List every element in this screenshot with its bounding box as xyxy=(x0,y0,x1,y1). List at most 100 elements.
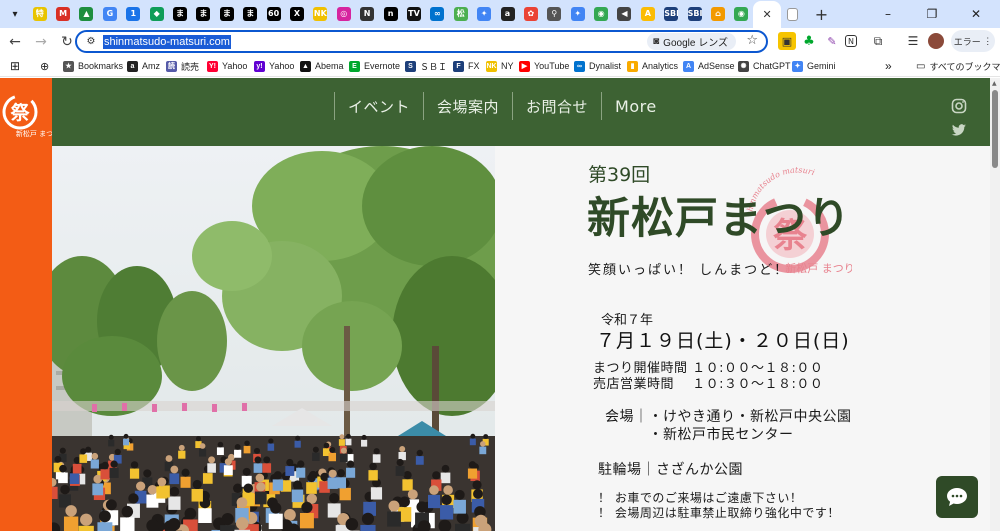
browser-tab[interactable]: 60 xyxy=(262,2,285,26)
scroll-thumb[interactable] xyxy=(992,90,998,168)
browser-tab[interactable]: n xyxy=(379,2,402,26)
nav-more[interactable]: More xyxy=(601,92,670,120)
browser-tab[interactable]: ✿ xyxy=(519,2,542,26)
bookmark-chatgpt[interactable]: ✺ ChatGPT xyxy=(738,58,791,74)
url-text[interactable]: shinmatsudo-matsuri.com xyxy=(103,34,231,49)
tab-icon-news: TV xyxy=(406,7,421,21)
browser-tab[interactable] xyxy=(781,2,804,26)
browser-tab[interactable]: 松 xyxy=(449,2,472,26)
browser-tab[interactable]: SBI xyxy=(660,2,683,26)
bookmark-adsense[interactable]: A AdSense xyxy=(683,58,735,74)
browser-tab[interactable]: ◉ xyxy=(730,2,753,26)
browser-tab[interactable]: a xyxy=(496,2,519,26)
instagram-icon[interactable] xyxy=(951,98,967,114)
tab-close-icon[interactable]: ✕ xyxy=(763,8,772,21)
tab-icon-leaf: 松 xyxy=(453,7,468,21)
site-logo[interactable]: 祭 新松戸 まつり xyxy=(0,92,52,152)
bookmark-yahoo-1-icon: Y! xyxy=(207,60,218,72)
browser-tab[interactable]: ⌂ xyxy=(706,2,729,26)
bookmark-ny[interactable]: NK NY xyxy=(486,58,514,74)
browser-tab[interactable]: ◆ xyxy=(145,2,168,26)
browser-tab[interactable]: A xyxy=(636,2,659,26)
browser-tab[interactable]: ◎ xyxy=(332,2,355,26)
browser-tab[interactable]: G xyxy=(98,2,121,26)
globe-icon[interactable]: ⊕ xyxy=(40,58,49,74)
browser-tab[interactable]: ま xyxy=(239,2,262,26)
browser-tab[interactable]: ま xyxy=(192,2,215,26)
tab-icon-keep: ⚲ xyxy=(547,7,562,21)
browser-tab[interactable]: SBI xyxy=(683,2,706,26)
tab-search-chevron-icon[interactable]: ▾ xyxy=(4,3,26,25)
browser-tab[interactable]: NK xyxy=(309,2,332,26)
active-tab[interactable]: ✕ xyxy=(753,1,782,28)
reading-list-icon[interactable]: ☰ xyxy=(904,32,922,50)
stamp-caption: 新松戸 まつり xyxy=(785,261,852,275)
profile-avatar[interactable] xyxy=(928,33,944,49)
festival-title: 新松戸まつり xyxy=(587,194,851,244)
site-info-icon[interactable]: ⚙ xyxy=(83,34,99,50)
window-close-button[interactable]: ✕ xyxy=(954,0,998,28)
nav-events[interactable]: イベント xyxy=(334,92,423,120)
minimize-button[interactable]: – xyxy=(866,0,910,28)
tab-icon-x: X xyxy=(289,7,304,21)
tab-icon-nikkei: NK xyxy=(313,7,328,21)
pen-extension-icon[interactable]: ✎ xyxy=(823,32,841,50)
back-arrow-icon[interactable]: ← xyxy=(2,29,28,55)
browser-tab[interactable]: ∞ xyxy=(426,2,449,26)
browser-tab[interactable]: 特 xyxy=(28,2,51,26)
tab-icon-notion: N xyxy=(360,7,375,21)
bookmark-evernote[interactable]: E Evernote xyxy=(349,58,400,74)
nav-venue-guide[interactable]: 会場案内 xyxy=(423,92,512,120)
apps-grid-icon[interactable]: ⊞ xyxy=(10,58,20,74)
bookmark-gemini[interactable]: ✦ Gemini xyxy=(792,58,836,74)
scroll-up-arrow-icon[interactable]: ▲ xyxy=(992,80,997,87)
bookmark-bookmarks[interactable]: ★ Bookmarks xyxy=(63,58,123,74)
bookmark-abema[interactable]: ▲ Abema xyxy=(300,58,344,74)
bookmark-yomiuri[interactable]: 読読売 xyxy=(166,58,199,74)
bookmark-fx[interactable]: F FX xyxy=(453,58,480,74)
evernote-extension-icon[interactable]: ♣ xyxy=(800,32,818,50)
chat-widget-button[interactable] xyxy=(936,476,978,518)
browser-tab[interactable]: TV xyxy=(402,2,425,26)
logo-caption: 新松戸 まつり xyxy=(16,129,52,138)
twitter-icon[interactable] xyxy=(951,122,967,138)
browser-tab[interactable]: M xyxy=(51,2,74,26)
browser-tab[interactable]: ま xyxy=(215,2,238,26)
browser-tab[interactable]: ✦ xyxy=(566,2,589,26)
all-bookmarks-folder[interactable]: ▭ すべてのブックマーク xyxy=(916,58,1000,74)
restore-button[interactable]: ❐ xyxy=(910,0,954,28)
bookmarks-overflow-icon[interactable]: » xyxy=(885,58,892,74)
bookmark-youtube[interactable]: ▶ YouTube xyxy=(519,58,569,74)
logo-char: 祭 xyxy=(9,101,30,124)
browser-tab[interactable]: 1 xyxy=(122,2,145,26)
browser-tab[interactable]: ⚲ xyxy=(543,2,566,26)
browser-tab[interactable]: N xyxy=(355,2,378,26)
notion-extension-icon[interactable]: N xyxy=(845,35,857,47)
bookmark-amz[interactable]: a Amz xyxy=(127,58,160,74)
extension-icon-1[interactable]: ▣ xyxy=(778,32,796,50)
bookmark-star-icon[interactable]: ☆ xyxy=(746,33,758,48)
bookmark-label: Abema xyxy=(315,61,344,71)
error-label: エラー xyxy=(953,36,981,47)
bookmark-yahoo-2[interactable]: y! Yahoo xyxy=(254,58,294,74)
page-scrollbar[interactable]: ▲ xyxy=(990,78,1000,531)
browser-tab[interactable]: ◀ xyxy=(613,2,636,26)
bookmark-sbi[interactable]: S ＳＢＩ xyxy=(405,58,447,74)
error-chip[interactable]: エラー ⋮ xyxy=(951,30,995,52)
browser-tab[interactable]: ▲ xyxy=(75,2,98,26)
new-tab-plus-icon[interactable]: + xyxy=(811,3,833,25)
extensions-puzzle-icon[interactable]: ⧉ xyxy=(869,32,887,50)
google-lens-button[interactable]: ◙ Google レンズ xyxy=(647,33,736,50)
folder-icon: ▭ xyxy=(916,60,926,72)
bookmark-yahoo-1[interactable]: Y! Yahoo xyxy=(207,58,247,74)
bookmark-dynalist[interactable]: ∞ Dynalist xyxy=(574,58,621,74)
address-bar[interactable]: ⚙ shinmatsudo-matsuri.com ◙ Google レンズ ☆ xyxy=(75,30,768,53)
browser-tab[interactable]: ✦ xyxy=(472,2,495,26)
nav-contact[interactable]: お問合せ xyxy=(512,92,601,120)
browser-tab[interactable]: ま xyxy=(168,2,191,26)
bookmark-analytics[interactable]: ▮ Analytics xyxy=(627,58,678,74)
browser-tab[interactable]: X xyxy=(285,2,308,26)
browser-tab[interactable]: ◉ xyxy=(589,2,612,26)
bookmark-adsense-icon: A xyxy=(683,60,694,72)
forward-arrow-icon[interactable]: → xyxy=(28,29,54,55)
